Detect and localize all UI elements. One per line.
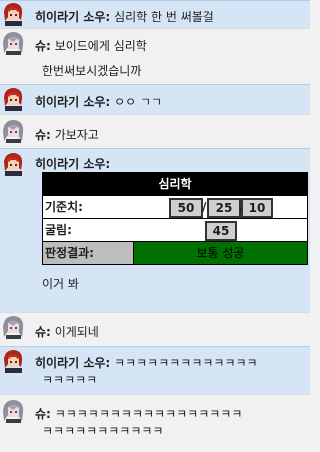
speaker-name: 슈 <box>35 128 47 142</box>
separator-slash: / <box>202 200 207 214</box>
roll-label: 굴림: <box>45 223 72 237</box>
message-text-continued: 한번써보시겠습니까 <box>42 64 142 78</box>
speaker-colon: : <box>105 10 111 24</box>
message-text: ㅇㅇ ㄱㄱ <box>114 95 163 109</box>
threshold-hard-value: 25 <box>207 198 241 218</box>
chat-message: 히이라기 소우: 심리학 기준치: 50 / 25 / 10 굴림: 45 판정… <box>0 148 310 312</box>
message-text: ㅋㅋㅋㅋㅋㅋㅋㅋㅋㅋㅋㅋㅋㅋㅋㅋㅋ <box>54 407 243 421</box>
message-line: 히이라기 소우: <box>35 155 110 172</box>
speaker-name: 히이라기 소우 <box>35 356 106 370</box>
speaker-name: 슈 <box>35 39 47 53</box>
message-text: 가보자고 <box>54 128 99 142</box>
chat-message: 슈: 보이드에게 심리학 한번써보시겠습니까 <box>0 28 310 84</box>
chat-message: 히이라기 소우: 심리학 한 번 써볼걸 <box>0 0 310 28</box>
speaker-colon: : <box>105 95 111 109</box>
threshold-label: 기준치: <box>45 200 83 214</box>
roll-title: 심리학 <box>43 173 307 195</box>
message-text: 보이드에게 심리학 <box>54 39 147 53</box>
shu-avatar-icon <box>1 119 25 143</box>
speaker-colon: : <box>46 39 51 53</box>
threshold-extreme-value: 10 <box>241 198 273 218</box>
speaker-name: 슈 <box>35 325 47 339</box>
chat-message: 슈: ㅋㅋㅋㅋㅋㅋㅋㅋㅋㅋㅋㅋㅋㅋㅋㅋㅋ ㅋㅋㅋㅋㅋㅋㅋㅋㅋㅋㅋ <box>0 394 310 452</box>
roll-row: 굴림: 45 <box>43 218 307 241</box>
message-line: 히이라기 소우: ㅋㅋㅋㅋㅋㅋㅋㅋㅋㅋㅋㅋㅋ <box>35 354 258 371</box>
result-row: 판정결과: 보통 성공 <box>43 241 307 264</box>
message-text: ㅋㅋㅋㅋㅋㅋㅋㅋㅋㅋㅋㅋㅋ <box>114 356 258 370</box>
chat-message: 히이라기 소우: ㅋㅋㅋㅋㅋㅋㅋㅋㅋㅋㅋㅋㅋ ㅋㅋㅋㅋㅋ <box>0 346 310 394</box>
message-text: 이게되네 <box>54 325 99 339</box>
result-label-cell: 판정결과: <box>43 242 134 264</box>
message-text-continued: ㅋㅋㅋㅋㅋ <box>42 373 98 387</box>
hiiragi-avatar-icon <box>1 2 25 26</box>
message-line: 슈: ㅋㅋㅋㅋㅋㅋㅋㅋㅋㅋㅋㅋㅋㅋㅋㅋㅋ <box>35 405 242 422</box>
message-line: 슈: 이게되네 <box>35 323 99 340</box>
speaker-name: 히이라기 소우 <box>35 95 106 109</box>
speaker-colon: : <box>46 128 51 142</box>
message-line: 슈: 가보자고 <box>35 126 99 143</box>
threshold-regular-value: 50 <box>169 198 203 218</box>
skill-roll-table: 심리학 기준치: 50 / 25 / 10 굴림: 45 판정결과: 보통 성공 <box>42 172 308 265</box>
message-text-continued: ㅋㅋㅋㅋㅋㅋㅋㅋㅋㅋㅋ <box>42 424 164 438</box>
speaker-colon: : <box>46 407 51 421</box>
threshold-row: 기준치: 50 / 25 / 10 <box>43 195 307 218</box>
message-line: 히이라기 소우: 심리학 한 번 써볼걸 <box>35 8 214 25</box>
hiiragi-avatar-icon <box>1 87 25 111</box>
speaker-colon: : <box>105 356 111 370</box>
result-value: 보통 성공 <box>134 242 307 264</box>
speaker-colon: : <box>105 157 111 171</box>
chat-message: 슈: 가보자고 <box>0 114 310 148</box>
speaker-name: 슈 <box>35 407 47 421</box>
result-label: 판정결과: <box>45 246 94 260</box>
shu-avatar-icon <box>1 399 25 423</box>
hiiragi-avatar-icon <box>1 152 25 176</box>
message-line: 슈: 보이드에게 심리학 <box>35 37 147 54</box>
message-line: 히이라기 소우: ㅇㅇ ㄱㄱ <box>35 93 162 110</box>
speaker-name: 히이라기 소우 <box>35 157 106 171</box>
hiiragi-avatar-icon <box>1 349 25 373</box>
speaker-colon: : <box>46 325 51 339</box>
message-text-continued: 이거 봐 <box>42 277 79 291</box>
chat-message: 슈: 이게되네 <box>0 312 310 346</box>
shu-avatar-icon <box>1 31 25 55</box>
chat-message: 히이라기 소우: ㅇㅇ ㄱㄱ <box>0 84 310 114</box>
shu-avatar-icon <box>1 315 25 339</box>
message-text: 심리학 한 번 써볼걸 <box>114 10 214 24</box>
roll-value: 45 <box>205 221 237 241</box>
speaker-name: 히이라기 소우 <box>35 10 106 24</box>
